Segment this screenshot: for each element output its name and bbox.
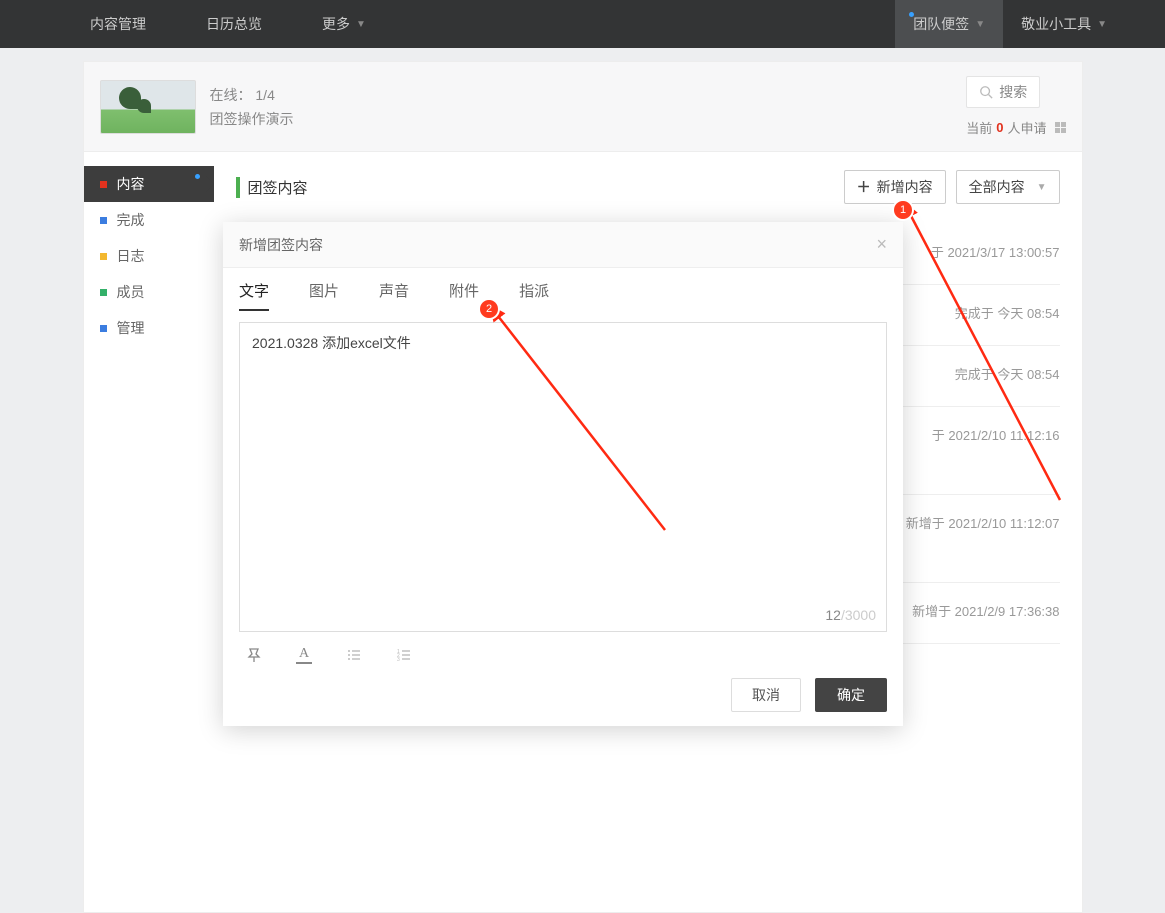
text-editor[interactable]: 2021.0328 添加excel文件 12/3000 bbox=[239, 322, 887, 632]
sidebar-item-label: 日志 bbox=[117, 246, 145, 266]
entry-timestamp: 新增于 2021/2/10 11:12:07 bbox=[906, 513, 1060, 532]
sidebar-item-label: 内容 bbox=[117, 174, 145, 194]
sidebar-item-label: 管理 bbox=[117, 318, 145, 338]
chevron-down-icon: ▼ bbox=[1097, 19, 1107, 30]
qr-icon[interactable] bbox=[1055, 122, 1066, 133]
svg-text:3: 3 bbox=[397, 657, 400, 663]
sidebar: 内容完成日志成员管理 bbox=[84, 152, 214, 912]
main-header: 团签内容 ＋ 新增内容 全部内容 ▼ bbox=[236, 170, 1060, 204]
close-icon: × bbox=[876, 234, 887, 254]
chevron-down-icon: ▼ bbox=[356, 19, 366, 30]
notification-dot-icon bbox=[195, 174, 200, 179]
char-current: 12 bbox=[825, 607, 841, 623]
apply-suffix: 人申请 bbox=[1007, 118, 1046, 137]
apply-status: 当前 0 人申请 bbox=[966, 118, 1065, 137]
online-count: 1/4 bbox=[255, 87, 274, 103]
editor-content: 2021.0328 添加excel文件 bbox=[252, 335, 411, 351]
modal-footer: 取消 确定 bbox=[223, 678, 903, 726]
search-icon bbox=[979, 85, 993, 99]
color-square-icon bbox=[100, 217, 107, 224]
modal-title: 新增团签内容 bbox=[239, 235, 323, 255]
plus-icon: ＋ bbox=[857, 177, 871, 197]
nav-team-notes-label: 团队便签 bbox=[913, 14, 969, 34]
sidebar-item-0[interactable]: 内容 bbox=[84, 166, 214, 202]
team-name: 团签操作演示 bbox=[210, 109, 294, 129]
color-square-icon bbox=[100, 325, 107, 332]
search-button[interactable]: 搜索 bbox=[966, 76, 1040, 108]
nav-more[interactable]: 更多 ▼ bbox=[322, 14, 366, 34]
modal-tabs: 文字 图片 声音 附件 指派 bbox=[223, 268, 903, 312]
filter-dropdown[interactable]: 全部内容 ▼ bbox=[956, 170, 1060, 204]
modal-header: 新增团签内容 × bbox=[223, 222, 903, 268]
entry-timestamp: 完成于 今天 08:54 bbox=[955, 364, 1060, 383]
search-label: 搜索 bbox=[999, 82, 1027, 102]
underline-bar-icon bbox=[296, 662, 312, 664]
sidebar-item-1[interactable]: 完成 bbox=[84, 202, 214, 238]
add-content-label: 新增内容 bbox=[877, 177, 933, 197]
sidebar-item-4[interactable]: 管理 bbox=[84, 310, 214, 346]
filter-label: 全部内容 bbox=[969, 177, 1025, 197]
nav-more-label: 更多 bbox=[322, 14, 350, 34]
nav-widgets[interactable]: 敬业小工具 ▼ bbox=[1003, 0, 1125, 48]
modal-tab-1[interactable]: 图片 bbox=[309, 280, 339, 311]
entry-timestamp: 于 2021/2/10 11:12:16 bbox=[932, 425, 1060, 444]
team-meta: 在线： 1/4 团签操作演示 bbox=[210, 85, 294, 129]
online-label: 在线： bbox=[210, 87, 252, 103]
chevron-down-icon: ▼ bbox=[975, 19, 985, 30]
bullet-list-icon bbox=[346, 647, 362, 663]
nav-team-notes[interactable]: 团队便签 ▼ bbox=[895, 0, 1003, 48]
team-header: 在线： 1/4 团签操作演示 搜索 当前 0 人申请 bbox=[83, 61, 1083, 152]
confirm-button[interactable]: 确定 bbox=[815, 678, 887, 712]
entry-timestamp: 新增于 2021/2/9 17:36:38 bbox=[912, 601, 1059, 620]
sidebar-item-label: 完成 bbox=[117, 210, 145, 230]
text-a-icon: A bbox=[299, 647, 309, 661]
apply-count: 0 bbox=[996, 120, 1003, 135]
close-button[interactable]: × bbox=[876, 234, 887, 255]
modal-tab-3[interactable]: 附件 bbox=[449, 280, 479, 311]
text-color-button[interactable]: A bbox=[293, 644, 315, 666]
pin-icon bbox=[246, 647, 262, 663]
nav-calendar[interactable]: 日历总览 bbox=[206, 14, 262, 34]
number-list-icon: 123 bbox=[396, 647, 412, 663]
pin-button[interactable] bbox=[243, 644, 265, 666]
number-list-button[interactable]: 123 bbox=[393, 644, 415, 666]
color-square-icon bbox=[100, 253, 107, 260]
nav-left: 内容管理 日历总览 更多 ▼ bbox=[90, 14, 366, 34]
modal-tab-2[interactable]: 声音 bbox=[379, 280, 409, 311]
nav-right: 团队便签 ▼ 敬业小工具 ▼ bbox=[895, 0, 1125, 48]
char-counter: 12/3000 bbox=[825, 607, 876, 623]
sidebar-item-label: 成员 bbox=[117, 282, 145, 302]
apply-prefix: 当前 bbox=[966, 118, 992, 137]
nav-widgets-label: 敬业小工具 bbox=[1021, 14, 1091, 34]
main-title: 团签内容 bbox=[236, 177, 308, 198]
chevron-down-icon: ▼ bbox=[1037, 182, 1047, 193]
entry-timestamp: 于 2021/3/17 13:00:57 bbox=[931, 242, 1060, 261]
bullet-list-button[interactable] bbox=[343, 644, 365, 666]
cancel-button[interactable]: 取消 bbox=[731, 678, 801, 712]
new-content-modal: 新增团签内容 × 文字 图片 声音 附件 指派 2021.0328 添加excel文件 … bbox=[223, 222, 903, 726]
modal-tab-0[interactable]: 文字 bbox=[239, 280, 269, 311]
color-square-icon bbox=[100, 289, 107, 296]
modal-tab-4[interactable]: 指派 bbox=[519, 280, 549, 311]
editor-toolbar: A 123 bbox=[239, 632, 887, 678]
top-navbar: 内容管理 日历总览 更多 ▼ 团队便签 ▼ 敬业小工具 ▼ bbox=[0, 0, 1165, 48]
sidebar-item-2[interactable]: 日志 bbox=[84, 238, 214, 274]
sidebar-item-3[interactable]: 成员 bbox=[84, 274, 214, 310]
color-square-icon bbox=[100, 181, 107, 188]
nav-content-manage[interactable]: 内容管理 bbox=[90, 14, 146, 34]
team-avatar-image bbox=[100, 80, 196, 134]
entry-timestamp: 完成于 今天 08:54 bbox=[955, 303, 1060, 322]
add-content-button[interactable]: ＋ 新增内容 bbox=[844, 170, 946, 204]
char-max: 3000 bbox=[845, 607, 876, 623]
